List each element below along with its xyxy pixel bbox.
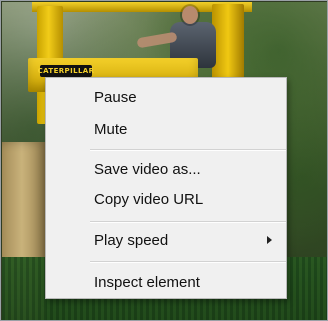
chevron-right-icon — [267, 236, 272, 244]
menu-item-label: Pause — [94, 88, 137, 106]
operator-head — [182, 6, 198, 24]
menu-item-inspect-element[interactable]: Inspect element — [47, 268, 287, 296]
context-menu: Pause Mute Save video as... Copy video U… — [45, 77, 287, 299]
menu-item-mute[interactable]: Mute — [47, 115, 287, 143]
screenshot-frame: CATERPILLAR Pause Mute Save video as... … — [0, 0, 328, 321]
menu-item-label: Inspect element — [94, 273, 200, 291]
caterpillar-badge-text: CATERPILLAR — [37, 67, 95, 75]
menu-item-copy-video-url[interactable]: Copy video URL — [47, 185, 287, 213]
menu-item-pause[interactable]: Pause — [47, 83, 287, 111]
menu-item-label: Mute — [94, 120, 128, 138]
menu-item-label: Copy video URL — [94, 190, 204, 208]
menu-item-label: Save video as... — [94, 160, 201, 178]
menu-item-save-video-as[interactable]: Save video as... — [47, 155, 287, 183]
menu-separator — [90, 149, 286, 151]
menu-item-label: Play speed — [94, 231, 169, 249]
caterpillar-badge: CATERPILLAR — [37, 65, 95, 77]
menu-separator — [90, 261, 286, 263]
menu-item-play-speed[interactable]: Play speed — [47, 226, 287, 254]
menu-separator — [90, 221, 286, 223]
